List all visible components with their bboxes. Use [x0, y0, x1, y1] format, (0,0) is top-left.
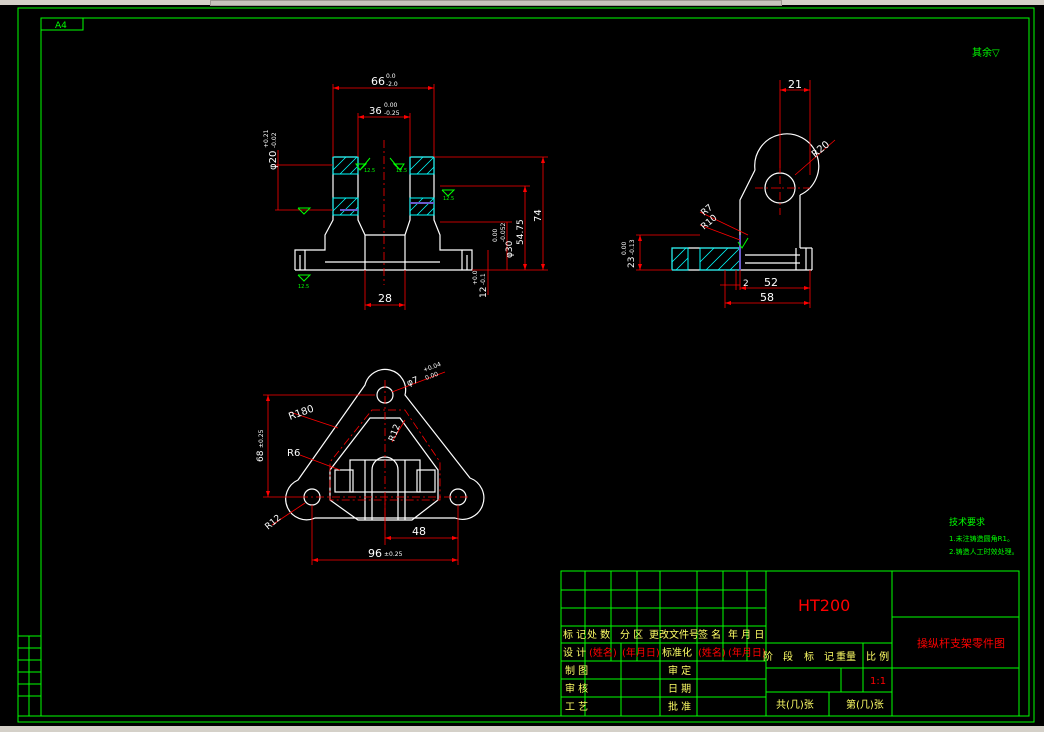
window-bottom-bar	[0, 726, 1044, 732]
title-design-row: 设 计 (姓名) (年月日) 标准化 (姓名) (年月日)	[563, 646, 766, 659]
dim-r180: R180	[287, 404, 315, 423]
sheet-number: 第(几)张	[846, 698, 884, 711]
dim-74: 74	[533, 209, 544, 222]
dim-phi20: φ20	[268, 151, 279, 170]
dim-phi30-tol-upper: 0.00	[492, 228, 499, 242]
label-process: 工 艺	[565, 701, 588, 713]
stage-cell: 标	[804, 651, 814, 663]
label-review: 审 核	[565, 682, 588, 695]
dim-28: 28	[378, 292, 392, 305]
header-cell: 标 记	[563, 629, 586, 641]
tech-item-1: 1.未注铸造圆角R1。	[949, 534, 1014, 543]
dim-96-tol: ±0.25	[384, 551, 403, 558]
dim-r12-inner: R12	[387, 423, 402, 443]
standard-name: (姓名)	[698, 646, 726, 659]
dim-12: 12	[479, 287, 489, 298]
dim-phi30: φ30	[505, 240, 515, 258]
header-cell: 更改文件号	[649, 628, 699, 641]
dim-52: 52	[764, 276, 778, 289]
stage-cell: 记	[824, 651, 834, 663]
roughness-4: 12.5	[298, 284, 309, 290]
top-view: φ7 +0.04 0.00 R180 R12 R6 68 ±0.25 R12 4…	[256, 361, 485, 565]
label-date: 日 期	[668, 683, 691, 695]
standard-label: 标准化	[662, 646, 692, 659]
standard-date: (年月日)	[728, 646, 766, 659]
tech-item-2: 2.铸造人工时效处理。	[949, 547, 1019, 556]
front-view: 66 0.0 -2.0 36 0.00 -0.25 φ20 +0.21 -0.0…	[263, 73, 548, 310]
dim-23-tol-upper: 0.00	[621, 241, 628, 255]
dim-r20: R20	[810, 139, 832, 160]
header-cell: 分 区	[620, 629, 643, 641]
dim-phi20-tol-upper: +0.21	[263, 129, 270, 148]
margin-strip	[17, 635, 42, 717]
header-cell: 签 名	[698, 628, 721, 641]
roughness-2: 12.5	[396, 168, 407, 174]
dim-12-tol-upper: +0.0	[472, 270, 479, 285]
sheet-size-label: A4	[55, 21, 67, 31]
dim-96: 96	[368, 547, 382, 560]
header-cell: 处 数	[587, 628, 610, 641]
dim-12-tol-lower: -0.1	[480, 273, 487, 285]
design-label: 设 计	[563, 646, 586, 659]
tech-heading: 技术要求	[949, 516, 985, 528]
side-view: 21 R20 R7 R10 23 0.00 -0.13 52 2 58	[621, 78, 836, 308]
design-name: (姓名)	[589, 646, 617, 659]
dim-r12: R12	[264, 513, 284, 532]
dim-48: 48	[412, 525, 426, 538]
title-mid-labels: 审 定 日 期 批 准	[668, 664, 691, 713]
dim-54-75: 54.75	[516, 219, 526, 245]
dim-r10: R10	[700, 213, 720, 232]
dim-36-tol-lower: -0.25	[384, 110, 400, 117]
dim-36-tol-upper: 0.00	[384, 102, 398, 109]
tech-requirements: 技术要求 1.未注铸造圆角R1。 2.铸造人工时效处理。	[949, 516, 1019, 556]
dim-36: 36	[369, 106, 382, 117]
stage-cell: 比 例	[866, 650, 889, 663]
dim-23: 23	[627, 257, 637, 268]
dim-68-tol: ±0.25	[258, 429, 265, 448]
sheets-total: 共(几)张	[776, 699, 814, 711]
dim-23-tol-lower: -0.13	[629, 239, 636, 255]
dim-66-tol-upper: 0.0	[386, 73, 396, 80]
dim-r6: R6	[287, 448, 300, 459]
dim-phi20-tol-lower: -0.02	[271, 132, 278, 148]
label-approve: 审 定	[668, 664, 691, 677]
material-text: HT200	[798, 596, 850, 615]
title-left-labels: 制 图 审 核 工 艺	[565, 664, 588, 713]
stage-cell: 阶	[763, 650, 773, 663]
section-hatch	[332, 156, 435, 216]
title-header-row: 标 记 处 数 分 区 更改文件号 签 名 年 月 日	[563, 628, 764, 641]
sheet-border	[17, 7, 1035, 723]
dim-2: 2	[743, 279, 749, 289]
roughness-note: 其余▽	[972, 46, 1000, 59]
dim-21: 21	[788, 78, 802, 91]
stage-cell: 段	[783, 650, 793, 663]
cad-drawing-canvas[interactable]: A4 其余▽ 66 0.0 -2.0 36 0.00 -0.25 φ20 +0.…	[0, 5, 1044, 726]
dim-68: 68	[256, 450, 266, 462]
header-cell: 年 月 日	[728, 628, 764, 641]
label-ratify: 批 准	[668, 700, 691, 713]
design-date: (年月日)	[622, 646, 660, 659]
dim-phi30-tol-lower: -0.052	[500, 222, 507, 242]
roughness-1: 12.5	[364, 168, 375, 174]
dim-phi7: φ7	[406, 375, 420, 388]
dim-66: 66	[371, 75, 385, 88]
dim-66-tol-lower: -2.0	[386, 81, 398, 88]
label-drawing: 制 图	[565, 664, 588, 677]
stage-cell: 重量	[836, 650, 856, 663]
scale-value: 1:1	[870, 676, 886, 687]
dim-58: 58	[760, 291, 774, 304]
title-stage-row: 阶 段 标 记 重量 比 例	[763, 650, 889, 663]
roughness-3: 12.5	[443, 196, 454, 202]
drawing-name: 操纵杆支架零件图	[917, 636, 1005, 650]
